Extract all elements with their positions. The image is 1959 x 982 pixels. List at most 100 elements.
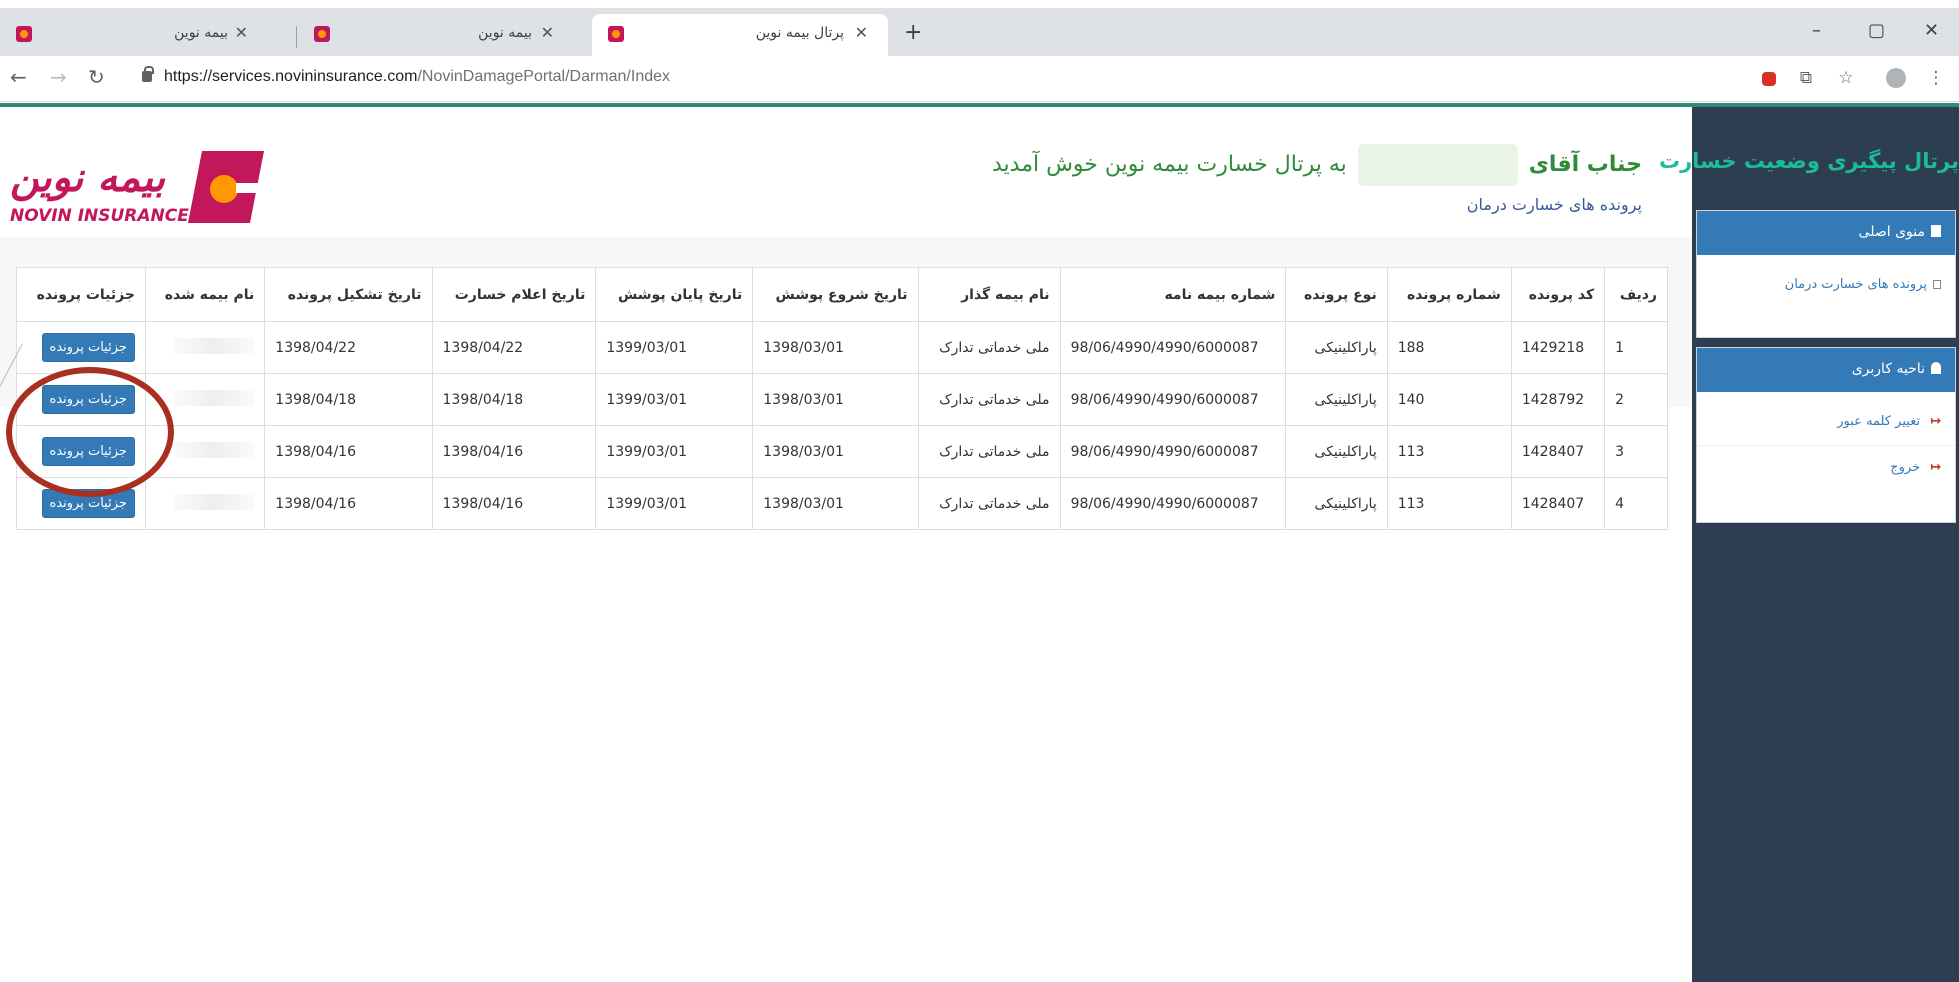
file-details-button[interactable]: جزئیات پرونده <box>41 333 135 362</box>
minimize-button[interactable]: – <box>1812 20 1821 41</box>
maximize-button[interactable]: ▢ <box>1868 20 1885 41</box>
col-header: تاریخ پایان پوشش <box>595 267 754 322</box>
tab-separator <box>296 26 297 48</box>
document-icon <box>1931 225 1941 237</box>
col-header: نوع پرونده <box>1285 267 1388 322</box>
user-name-redacted <box>1357 144 1518 186</box>
sidebar-item-label: پرونده های خسارت درمان <box>1784 277 1927 292</box>
url-host: https://services.novininsurance.com <box>164 68 418 85</box>
reload-icon[interactable]: ↻ <box>88 65 105 89</box>
browser-toolbar: ← → ↻ https://services.novininsurance.co… <box>0 56 1959 102</box>
browser-tab-2[interactable]: بیمه نوین ✕ <box>300 14 592 56</box>
browser-tabstrip: بیمه نوین ✕ بیمه نوین ✕ پرتال بیمه نوین … <box>0 8 1959 56</box>
main-menu-panel: منوی اصلی پرونده های خسارت درمان <box>1696 210 1956 338</box>
lock-icon[interactable] <box>142 66 154 82</box>
greeting-prefix: جناب آقای <box>1528 152 1642 177</box>
star-bookmark-icon[interactable]: ☆ <box>1836 68 1856 88</box>
cell-file-number: 188 <box>1386 321 1512 374</box>
logo-english-text: NOVIN INSURANCE <box>10 206 189 226</box>
cell-file-type: پاراکلینیکی <box>1285 321 1388 374</box>
sidebar: پرتال پیگیری وضعیت خسارت منوی اصلی پروند… <box>1659 107 1959 982</box>
table-row: 4 1428407 113 پاراکلینیکی 98/06/4990/499… <box>16 477 1668 530</box>
user-area-header: ناحیه کاربری <box>1697 348 1955 392</box>
user-area-title: ناحیه کاربری <box>1851 361 1925 377</box>
close-window-button[interactable]: ✕ <box>1924 20 1939 41</box>
table-header-row: ردیف کد پرونده شماره پرونده نوع پرونده ش… <box>16 267 1668 322</box>
cell-policyholder: ملی خدماتی تدارک <box>917 321 1061 374</box>
user-area-panel: ناحیه کاربری ↦ تغییر کلمه عبور ↦ خروج <box>1696 347 1956 523</box>
address-bar[interactable]: https://services.novininsurance.com/Novi… <box>164 68 670 86</box>
col-header: کد پرونده <box>1510 267 1606 322</box>
url-path: /NovinDamagePortal/Darman/Index <box>417 68 671 85</box>
cell-file-code: 1428407 <box>1510 477 1606 530</box>
cell-claim-date: 1398/04/22 <box>431 321 597 374</box>
cell-insured-name-redacted <box>144 477 266 530</box>
novin-favicon-icon <box>16 26 32 42</box>
translate-icon[interactable]: ⧉ <box>1796 68 1816 88</box>
cell-coverage-start: 1398/03/01 <box>752 321 919 374</box>
claims-table: ردیف کد پرونده شماره پرونده نوع پرونده ش… <box>16 267 1668 530</box>
cell-policyholder: ملی خدماتی تدارک <box>917 477 1061 530</box>
cell-file-created: 1398/04/22 <box>264 321 433 374</box>
sidebar-item-label: خروج <box>1890 460 1921 475</box>
cell-details: جزئیات پرونده <box>16 321 146 374</box>
portal-title: پرتال پیگیری وضعیت خسارت <box>1658 149 1959 173</box>
cell-row-no: 1 <box>1604 321 1668 374</box>
col-header: تاریخ شروع پوشش <box>752 267 919 322</box>
cell-row-no: 4 <box>1604 477 1668 530</box>
user-icon <box>1931 362 1941 374</box>
col-header: ردیف <box>1604 267 1668 322</box>
sign-out-icon: ↦ <box>1930 460 1941 475</box>
sidebar-item-logout[interactable]: ↦ خروج <box>1697 446 1955 475</box>
cell-file-number: 113 <box>1386 425 1512 478</box>
close-tab-icon[interactable]: ✕ <box>541 23 554 42</box>
close-tab-icon[interactable]: ✕ <box>235 23 248 42</box>
checkbox-icon <box>1933 280 1941 289</box>
sidebar-item-claim-files[interactable]: پرونده های خسارت درمان <box>1697 255 1955 292</box>
browser-tab-3-active[interactable]: پرتال بیمه نوین ✕ <box>592 14 888 56</box>
main-menu-header: منوی اصلی <box>1697 211 1955 255</box>
cell-insured-name-redacted <box>144 321 266 374</box>
cell-claim-date: 1398/04/16 <box>431 425 597 478</box>
cell-file-number: 140 <box>1386 373 1512 426</box>
main-menu-title: منوی اصلی <box>1858 224 1925 240</box>
forward-arrow-icon[interactable]: → <box>50 65 67 89</box>
cell-policy-number: 98/06/4990/4990/6000087 <box>1059 477 1287 530</box>
cell-coverage-start: 1398/03/01 <box>752 373 919 426</box>
col-header: تاریخ اعلام خسارت <box>431 267 597 322</box>
sidebar-item-change-password[interactable]: ↦ تغییر کلمه عبور <box>1697 392 1955 446</box>
cell-policy-number: 98/06/4990/4990/6000087 <box>1059 321 1287 374</box>
redacted-name <box>174 389 255 406</box>
col-header: تاریخ تشکیل پرونده <box>264 267 433 322</box>
novin-favicon-icon <box>314 26 330 42</box>
cell-policyholder: ملی خدماتی تدارک <box>917 373 1061 426</box>
redacted-name <box>174 337 255 354</box>
table-row: 3 1428407 113 پاراکلینیکی 98/06/4990/499… <box>16 425 1668 478</box>
new-tab-button[interactable]: + <box>904 20 922 45</box>
kebab-menu-icon[interactable]: ⋮ <box>1926 68 1946 88</box>
back-arrow-icon[interactable]: ← <box>10 65 27 89</box>
cell-policy-number: 98/06/4990/4990/6000087 <box>1059 425 1287 478</box>
extension-icon[interactable] <box>1762 72 1776 86</box>
greeting-suffix: به پرتال خسارت بیمه نوین خوش آمدید <box>991 152 1347 177</box>
logo-farsi-text: بیمه نوین <box>10 155 166 202</box>
col-header: شماره بیمه نامه <box>1059 267 1287 322</box>
browser-tab-1[interactable]: بیمه نوین ✕ <box>0 14 300 56</box>
cell-policy-number: 98/06/4990/4990/6000087 <box>1059 373 1287 426</box>
col-header: شماره پرونده <box>1386 267 1512 322</box>
welcome-message: جناب آقای به پرتال خسارت بیمه نوین خوش آ… <box>992 144 1642 186</box>
cell-coverage-end: 1399/03/01 <box>595 373 754 426</box>
cell-coverage-start: 1398/03/01 <box>752 477 919 530</box>
close-tab-icon[interactable]: ✕ <box>855 23 868 42</box>
cell-claim-date: 1398/04/18 <box>431 373 597 426</box>
table-row: 1 1429218 188 پاراکلینیکی 98/06/4990/499… <box>16 321 1668 374</box>
cell-file-created: 1398/04/16 <box>264 477 433 530</box>
sidebar-item-label: تغییر کلمه عبور <box>1837 414 1921 429</box>
cell-file-type: پاراکلینیکی <box>1285 425 1388 478</box>
sign-out-icon: ↦ <box>1930 414 1941 429</box>
cell-file-code: 1428792 <box>1510 373 1606 426</box>
profile-avatar-icon[interactable] <box>1886 68 1906 88</box>
cell-file-created: 1398/04/18 <box>264 373 433 426</box>
redacted-name <box>174 441 255 458</box>
screenshot: بیمه نوین ✕ بیمه نوین ✕ پرتال بیمه نوین … <box>0 0 1959 982</box>
